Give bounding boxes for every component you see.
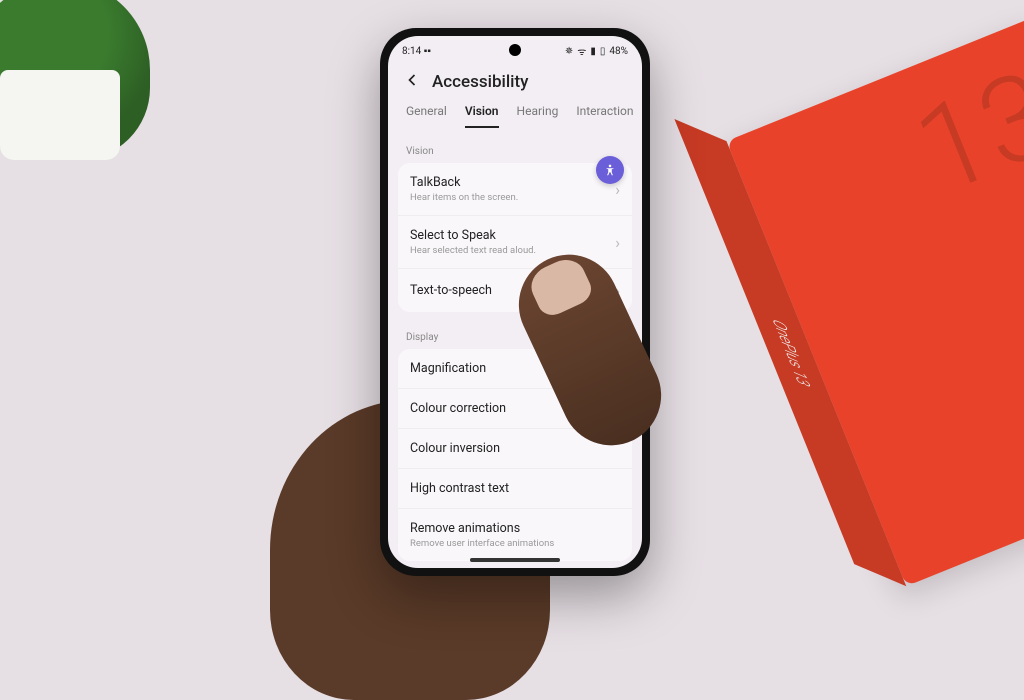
- page-header: Accessibility: [388, 60, 642, 100]
- row-label: High contrast text: [410, 481, 509, 496]
- row-label: Colour correction: [410, 401, 506, 416]
- chevron-right-icon: ›: [615, 180, 620, 199]
- front-camera: [509, 44, 521, 56]
- page-title: Accessibility: [432, 72, 529, 92]
- battery-percent: 48%: [609, 46, 628, 57]
- box-side-label: OnePlus 13: [674, 119, 906, 586]
- row-sub: Remove user interface animations: [410, 538, 554, 549]
- status-time: 8:14: [402, 46, 421, 57]
- row-label: Colour inversion: [410, 441, 500, 456]
- row-select-to-speak[interactable]: Select to Speak Hear selected text read …: [398, 215, 632, 268]
- row-talkback[interactable]: TalkBack Hear items on the screen. ›: [398, 163, 632, 215]
- notification-dots-icon: ▪▪: [424, 46, 431, 57]
- signal-icon: ▮: [590, 46, 596, 57]
- row-label: Remove animations: [410, 521, 554, 536]
- row-remove-animations[interactable]: Remove animations Remove user interface …: [398, 508, 632, 561]
- battery-icon: ▯: [600, 46, 606, 57]
- gesture-bar[interactable]: [470, 558, 560, 562]
- box-front-number: 13: [898, 44, 1024, 224]
- tab-vision[interactable]: Vision: [465, 104, 499, 128]
- section-label-vision: Vision: [398, 134, 632, 163]
- row-sub: Hear selected text read aloud.: [410, 245, 536, 256]
- vibrate-icon: ✵: [565, 46, 573, 57]
- tab-interaction[interactable]: Interaction: [576, 104, 633, 128]
- tab-general[interactable]: General: [406, 104, 447, 128]
- wifi-icon: ᯤ: [577, 44, 586, 58]
- row-sub: Hear items on the screen.: [410, 192, 518, 203]
- plant-decoration: [0, 0, 150, 160]
- product-box: 13 OnePlus 13: [726, 14, 1024, 586]
- row-label: Text-to-speech: [410, 283, 492, 298]
- back-button[interactable]: [402, 70, 422, 94]
- tabs: General Vision Hearing Interaction: [388, 100, 642, 128]
- row-label: Select to Speak: [410, 228, 536, 243]
- tab-hearing[interactable]: Hearing: [517, 104, 559, 128]
- chevron-right-icon: ›: [615, 233, 620, 252]
- row-label: TalkBack: [410, 175, 518, 190]
- row-label: Magnification: [410, 361, 486, 376]
- row-high-contrast-text[interactable]: High contrast text: [398, 468, 632, 508]
